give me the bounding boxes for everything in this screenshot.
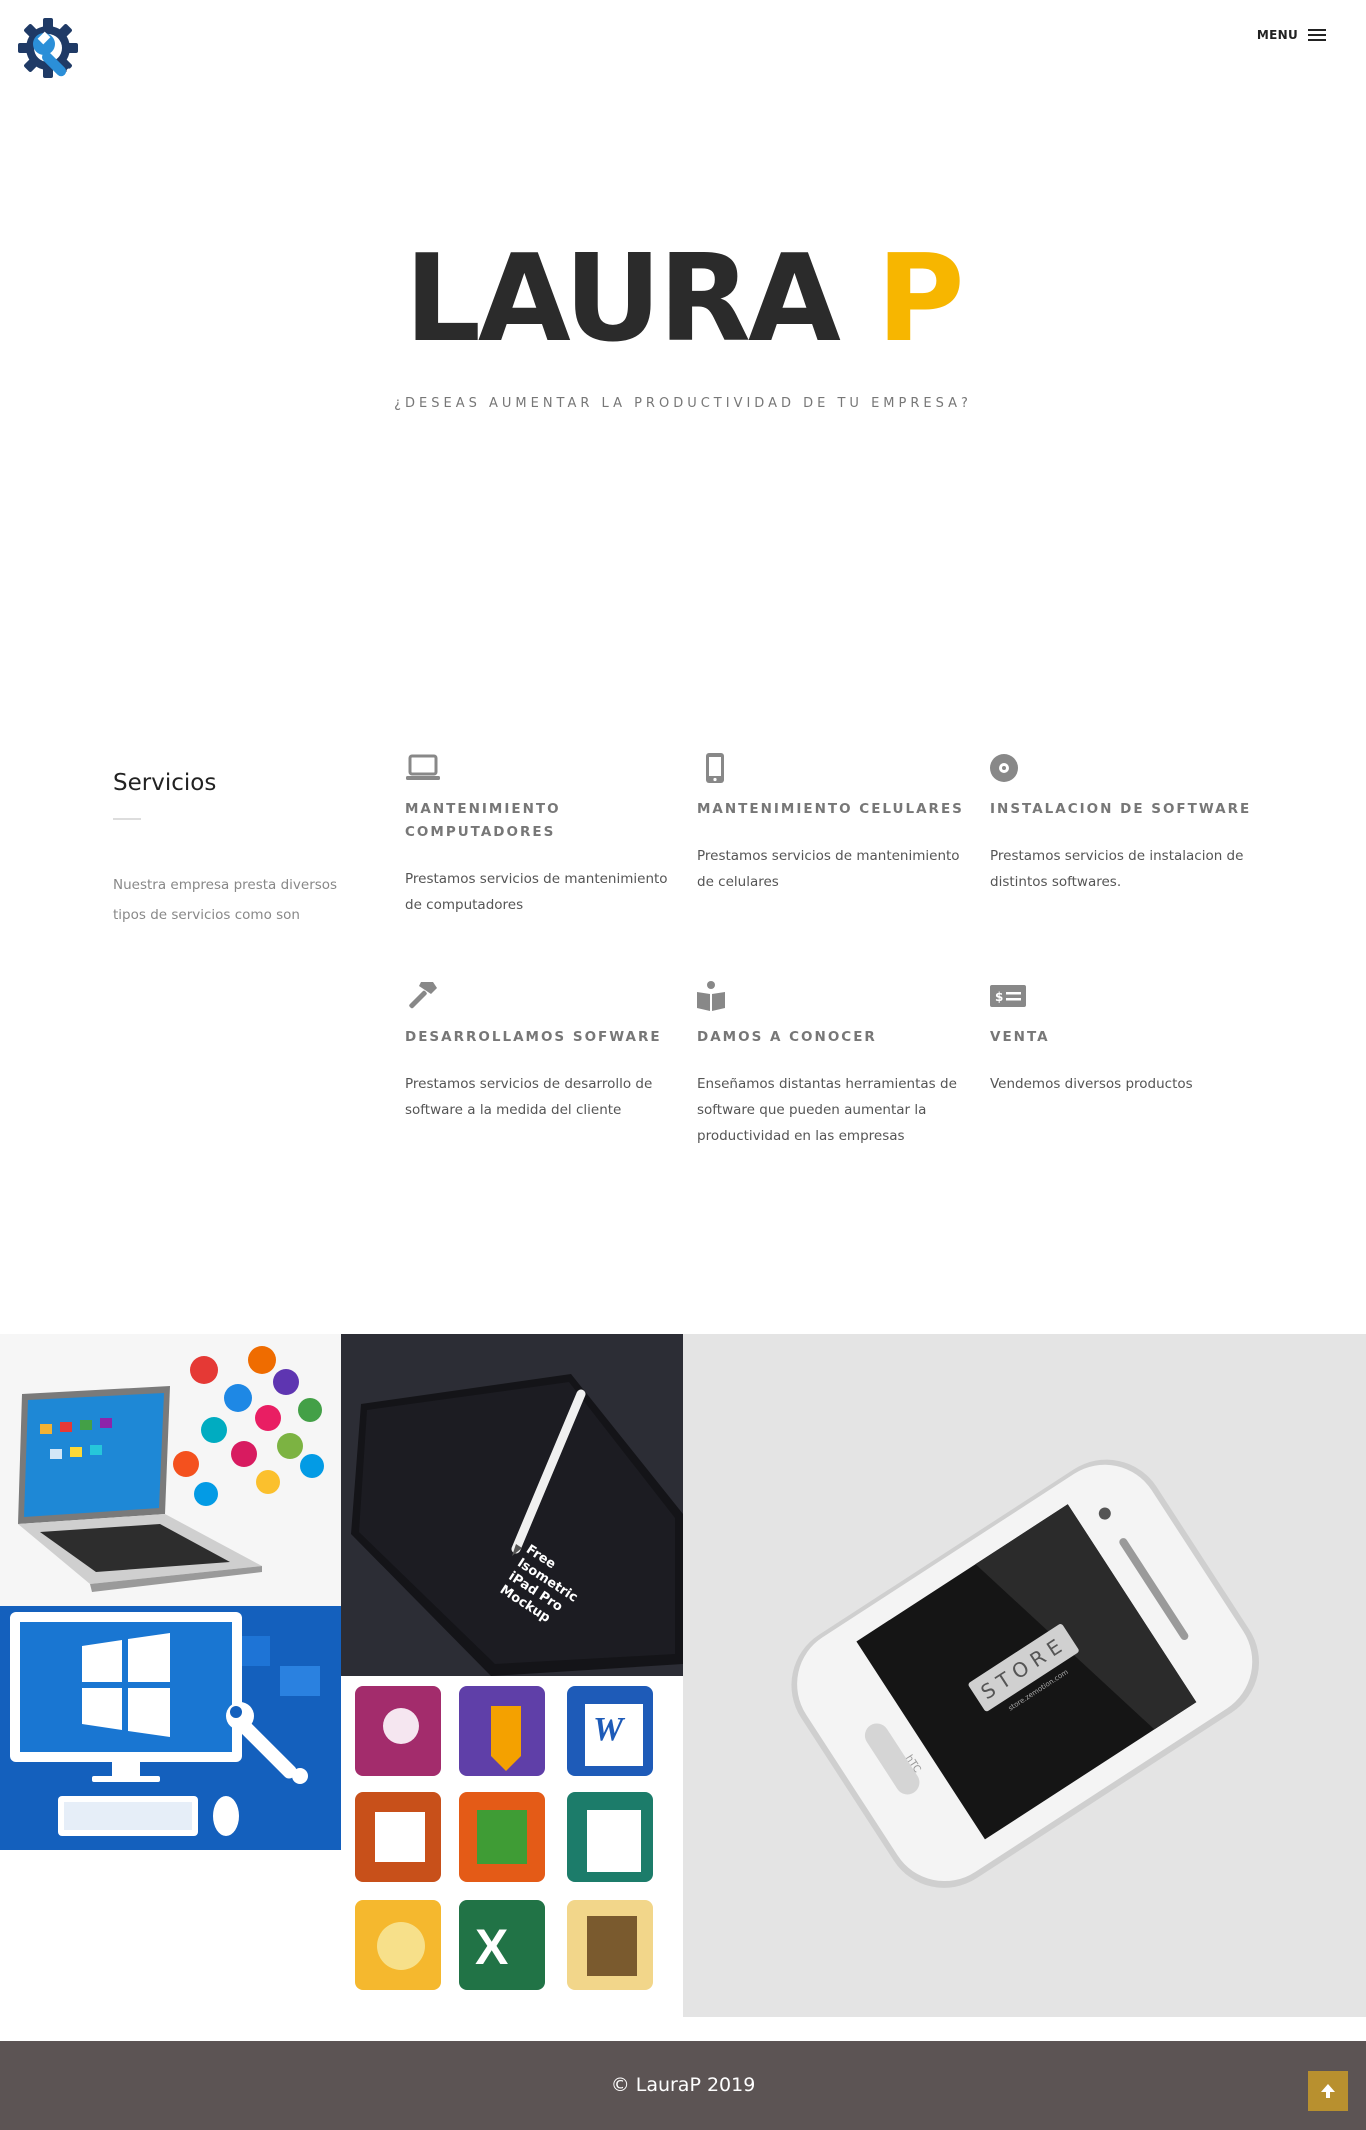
- menu-label: MENU: [1256, 28, 1298, 42]
- service-item-venta: $ VENTA Vendemos diversos productos: [990, 980, 1260, 1097]
- hammer-icon: [409, 982, 437, 1009]
- service-item-instalacion-software: INSTALACION DE SOFTWARE Prestamos servic…: [990, 752, 1260, 895]
- services-section: Servicios Nuestra empresa presta diverso…: [0, 740, 1366, 1200]
- ipad-pro-pencil-mockup-image[interactable]: Free Isometric iPad Pro Mockup: [341, 1334, 683, 1676]
- money-bill-icon: $: [990, 985, 1026, 1007]
- svg-text:$: $: [995, 990, 1003, 1004]
- open-book-icon: [697, 981, 725, 1011]
- hero-section: LAURA P ¿DESEAS AUMENTAR LA PRODUCTIVIDA…: [0, 240, 1366, 412]
- service-text: Prestamos servicios de mantenimiento de …: [697, 848, 960, 890]
- service-text: Prestamos servicios de instalacion de di…: [990, 848, 1244, 890]
- site-header: MENU: [0, 0, 1366, 100]
- service-title: INSTALACION DE SOFTWARE: [990, 801, 1252, 817]
- gear-wrench-logo-icon[interactable]: [14, 14, 82, 82]
- portfolio-gallery: Free Isometric iPad Pro Mockup W X STORE…: [0, 1334, 1366, 2017]
- service-title: DESARROLLAMOS SOFWARE: [405, 1029, 662, 1045]
- arrow-up-icon: [1321, 2084, 1335, 2098]
- back-to-top-button[interactable]: [1308, 2071, 1348, 2111]
- hero-title-main: LAURA: [404, 230, 877, 369]
- menu-button[interactable]: MENU: [1257, 28, 1326, 42]
- service-item-damos-a-conocer: DAMOS A CONOCER Enseñamos distantas herr…: [697, 980, 967, 1149]
- site-footer: © LauraP 2019: [0, 2041, 1366, 2130]
- service-text: Prestamos servicios de mantenimiento de …: [405, 871, 668, 913]
- divider: [113, 818, 141, 820]
- svg-text:W: W: [593, 1711, 626, 1748]
- laptop-icon: [406, 754, 440, 780]
- services-intro-text: Nuestra empresa presta diversos tipos de…: [113, 877, 338, 923]
- service-title: MANTENIMIENTO CELULARES: [697, 801, 964, 817]
- hero-title-accent: P: [876, 230, 965, 369]
- windows-computer-repair-image[interactable]: [0, 1606, 341, 1850]
- htc-phone-store-mockup-image[interactable]: STORE store.zemotion.com hTC: [683, 1334, 1366, 2017]
- hero-subtitle: ¿DESEAS AUMENTAR LA PRODUCTIVIDAD DE TU …: [394, 396, 972, 411]
- laptop-with-app-icons-image[interactable]: [0, 1334, 341, 1606]
- service-title: DAMOS A CONOCER: [697, 1029, 877, 1045]
- services-intro: Servicios Nuestra empresa presta diverso…: [113, 770, 363, 930]
- service-text: Vendemos diversos productos: [990, 1076, 1193, 1092]
- service-text: Prestamos servicios de desarrollo de sof…: [405, 1076, 653, 1118]
- service-title: VENTA: [990, 1029, 1050, 1045]
- hamburger-icon: [1308, 29, 1326, 41]
- mobile-phone-icon: [706, 753, 724, 783]
- service-item-mantenimiento-celulares: MANTENIMIENTO CELULARES Prestamos servic…: [697, 752, 967, 895]
- disc-icon: [990, 754, 1018, 782]
- hero-title: LAURA P: [0, 240, 1366, 360]
- office-application-icons-image[interactable]: W X: [341, 1676, 683, 2017]
- service-item-mantenimiento-computadores: MANTENIMIENTO COMPUTADORES Prestamos ser…: [405, 752, 675, 918]
- service-text: Enseñamos distantas herramientas de soft…: [697, 1076, 957, 1144]
- svg-text:X: X: [475, 1919, 508, 1975]
- service-item-desarrollamos-software: DESARROLLAMOS SOFWARE Prestamos servicio…: [405, 980, 675, 1123]
- copyright-text: © LauraP 2019: [610, 2074, 756, 2096]
- services-title: Servicios: [113, 770, 217, 796]
- service-title: MANTENIMIENTO COMPUTADORES: [405, 801, 561, 840]
